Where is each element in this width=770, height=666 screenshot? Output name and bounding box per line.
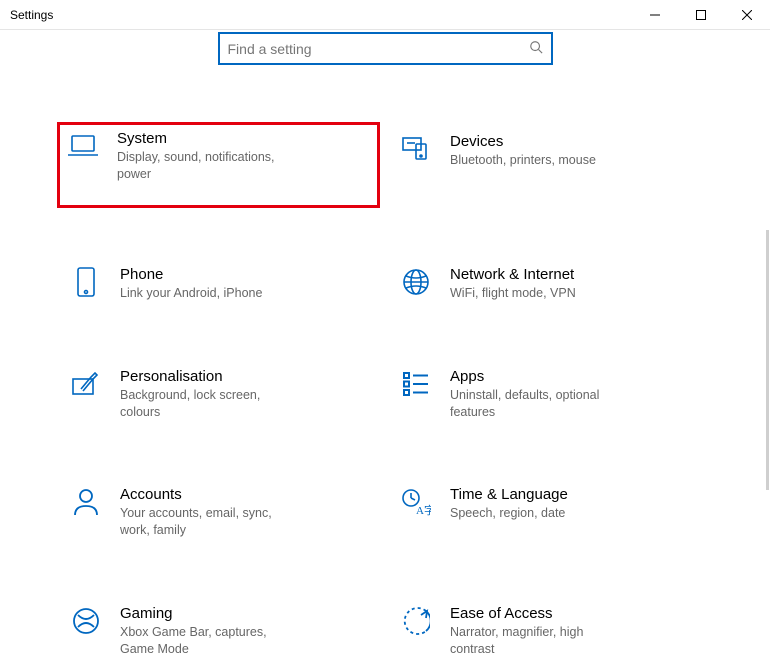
xbox-icon bbox=[70, 605, 102, 637]
laptop-icon bbox=[67, 130, 99, 162]
window-title: Settings bbox=[10, 8, 53, 22]
settings-grid: System Display, sound, notifications, po… bbox=[0, 85, 770, 666]
tile-desc: Your accounts, email, sync, work, family bbox=[120, 505, 300, 539]
tile-desc: Uninstall, defaults, optional features bbox=[450, 387, 630, 421]
tile-network[interactable]: Network & Internet WiFi, flight mode, VP… bbox=[390, 258, 710, 310]
tile-title: System bbox=[117, 130, 297, 147]
tile-apps[interactable]: Apps Uninstall, defaults, optional featu… bbox=[390, 360, 710, 429]
ease-of-access-icon bbox=[400, 605, 432, 637]
svg-text:A字: A字 bbox=[416, 503, 431, 516]
tile-title: Personalisation bbox=[120, 368, 300, 385]
tile-desc: Background, lock screen, colours bbox=[120, 387, 300, 421]
tile-time-language[interactable]: A字 Time & Language Speech, region, date bbox=[390, 478, 710, 547]
globe-icon bbox=[400, 266, 432, 298]
paint-icon bbox=[70, 368, 102, 400]
window-controls bbox=[632, 0, 770, 30]
tile-title: Devices bbox=[450, 133, 630, 150]
tile-desc: Narrator, magnifier, high contrast bbox=[450, 624, 630, 658]
tile-desc: Xbox Game Bar, captures, Game Mode bbox=[120, 624, 300, 658]
tile-title: Gaming bbox=[120, 605, 300, 622]
tile-ease-of-access[interactable]: Ease of Access Narrator, magnifier, high… bbox=[390, 597, 710, 666]
tile-desc: WiFi, flight mode, VPN bbox=[450, 285, 630, 302]
tile-gaming[interactable]: Gaming Xbox Game Bar, captures, Game Mod… bbox=[60, 597, 380, 666]
search-container bbox=[0, 30, 770, 85]
tile-title: Apps bbox=[450, 368, 630, 385]
tile-title: Network & Internet bbox=[450, 266, 630, 283]
apps-list-icon bbox=[400, 368, 432, 400]
tile-system[interactable]: System Display, sound, notifications, po… bbox=[57, 122, 380, 208]
search-box[interactable] bbox=[218, 32, 553, 65]
time-language-icon: A字 bbox=[400, 486, 432, 518]
search-input[interactable] bbox=[228, 41, 529, 57]
tile-title: Phone bbox=[120, 266, 300, 283]
devices-icon bbox=[400, 133, 432, 165]
tile-desc: Bluetooth, printers, mouse bbox=[450, 152, 630, 169]
tile-accounts[interactable]: Accounts Your accounts, email, sync, wor… bbox=[60, 478, 380, 547]
minimize-button[interactable] bbox=[632, 0, 678, 30]
tile-phone[interactable]: Phone Link your Android, iPhone bbox=[60, 258, 380, 310]
tile-desc: Display, sound, notifications, power bbox=[117, 149, 297, 183]
tile-title: Time & Language bbox=[450, 486, 630, 503]
search-icon bbox=[529, 40, 543, 57]
tile-desc: Link your Android, iPhone bbox=[120, 285, 300, 302]
close-button[interactable] bbox=[724, 0, 770, 30]
tile-desc: Speech, region, date bbox=[450, 505, 630, 522]
titlebar: Settings bbox=[0, 0, 770, 30]
tile-title: Ease of Access bbox=[450, 605, 630, 622]
scrollbar[interactable] bbox=[766, 230, 769, 490]
person-icon bbox=[70, 486, 102, 518]
phone-icon bbox=[70, 266, 102, 298]
tile-devices[interactable]: Devices Bluetooth, printers, mouse bbox=[390, 125, 710, 208]
tile-personalisation[interactable]: Personalisation Background, lock screen,… bbox=[60, 360, 380, 429]
maximize-button[interactable] bbox=[678, 0, 724, 30]
tile-title: Accounts bbox=[120, 486, 300, 503]
